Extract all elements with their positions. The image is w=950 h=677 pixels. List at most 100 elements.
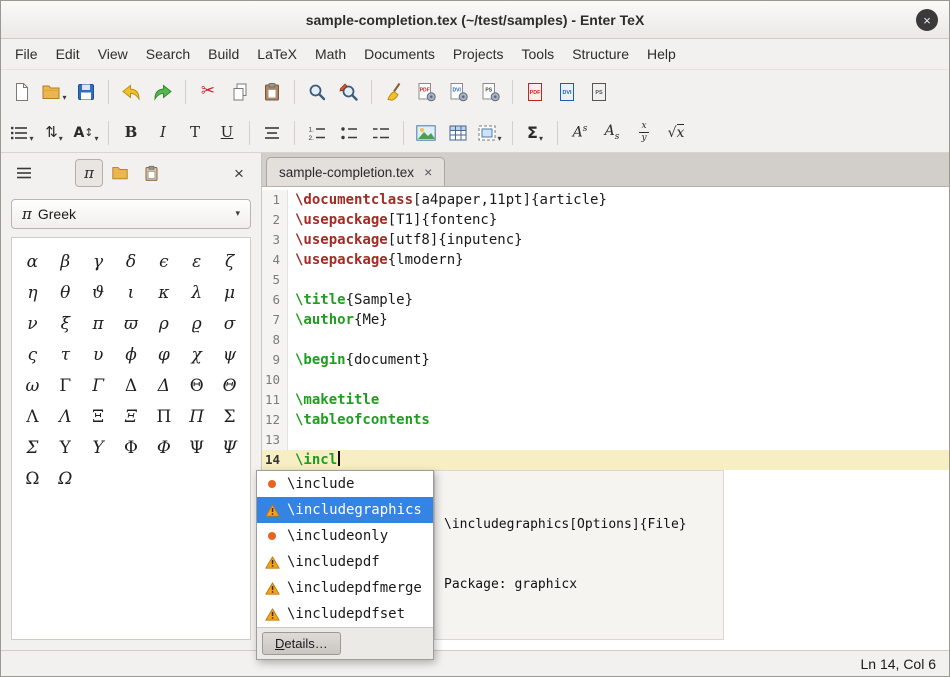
code-line[interactable]: 13 [262,430,949,450]
symbol-cell[interactable]: Γ [59,376,71,396]
panel-menu-button[interactable] [11,160,37,186]
code-line[interactable]: 8 [262,330,949,350]
symbol-cell[interactable]: Υ [93,438,104,458]
details-button[interactable]: Details… [262,632,341,655]
paste-button[interactable] [256,76,288,108]
symbol-cell[interactable]: Θ [190,376,204,396]
symbol-cell[interactable]: Υ [60,438,71,458]
menu-projects[interactable]: Projects [444,42,513,66]
view-ps-button[interactable]: PS [583,76,615,108]
new-document-button[interactable] [6,76,38,108]
math-superscript-button[interactable]: As [564,117,596,149]
symbol-cell[interactable]: δ [126,252,136,272]
menu-math[interactable]: Math [306,42,355,66]
view-pdf-button[interactable]: PDF [519,76,551,108]
math-symbols-button[interactable]: Σ▾ [519,117,551,149]
menu-documents[interactable]: Documents [355,42,444,66]
symbol-cell[interactable]: λ [191,283,202,303]
align-center-button[interactable] [256,117,288,149]
symbol-cell[interactable]: Λ [26,407,38,427]
code-line[interactable]: 7\author{Me} [262,310,949,330]
window-close-button[interactable]: × [916,9,938,31]
symbol-cell[interactable]: β [60,252,70,272]
code-line[interactable]: 5 [262,270,949,290]
undo-button[interactable] [115,76,147,108]
completion-item[interactable]: \includepdfmerge [257,575,433,601]
symbol-cell[interactable]: π [93,314,104,334]
symbol-cell[interactable]: Φ [124,438,138,458]
code-line[interactable]: 4\usepackage{lmodern} [262,250,949,270]
symbol-cell[interactable]: Φ [157,438,171,458]
completion-item[interactable]: \include [257,471,433,497]
symbol-cell[interactable]: θ [60,283,70,303]
clean-project-button[interactable] [378,76,410,108]
symbol-cell[interactable]: Π [189,407,204,427]
symbol-cell[interactable]: η [27,283,37,303]
menu-tools[interactable]: Tools [513,42,564,66]
symbol-cell[interactable]: υ [93,345,103,365]
menu-help[interactable]: Help [638,42,685,66]
symbol-cell[interactable]: χ [192,345,202,365]
code-line[interactable]: 3\usepackage[utf8]{inputenc} [262,230,949,250]
completion-item[interactable]: \includegraphics [257,497,433,523]
text-bold-button[interactable]: B [115,117,147,149]
symbol-cell[interactable]: κ [158,283,169,303]
symbol-cell[interactable]: ϕ [125,345,137,365]
symbol-cell[interactable]: ν [27,314,37,334]
symbol-cell[interactable]: α [27,252,38,272]
symbol-cell[interactable]: ϱ [192,314,202,334]
symbol-cell[interactable]: Ω [25,469,39,489]
symbol-cell[interactable]: Ξ [92,407,104,427]
code-line[interactable]: 11\maketitle [262,390,949,410]
symbol-cell[interactable]: Π [156,407,171,427]
code-line[interactable]: 6\title{Sample} [262,290,949,310]
symbol-cell[interactable]: γ [93,252,103,272]
text-italic-button[interactable]: I [147,117,179,149]
menu-structure[interactable]: Structure [563,42,638,66]
symbol-cell[interactable]: ψ [223,345,236,365]
code-line[interactable]: 14\incl [262,450,949,470]
code-line[interactable]: 12\tableofcontents [262,410,949,430]
menu-file[interactable]: File [6,42,47,66]
code-line[interactable]: 10 [262,370,949,390]
menu-latex[interactable]: LaTeX [248,42,306,66]
symbol-cell[interactable]: ε [192,252,201,272]
symbol-cell[interactable]: ξ [61,314,70,334]
find-button[interactable] [301,76,333,108]
math-fraction-button[interactable]: xy [628,117,660,149]
insert-float-button[interactable]: ▾ [474,117,506,149]
cut-button[interactable]: ✂ [192,76,224,108]
font-family-size-button[interactable]: A↕▾ [70,117,102,149]
code-area[interactable]: 1\documentclass[a4paper,11pt]{article}2\… [262,187,949,650]
text-typewriter-button[interactable]: T [179,117,211,149]
tab-close-icon[interactable]: × [424,164,432,180]
symbol-cell[interactable]: ϑ [92,283,104,303]
menu-search[interactable]: Search [137,42,199,66]
symbol-cell[interactable]: Σ [224,407,236,427]
compile-ps-button[interactable]: PS [474,76,506,108]
symbol-cell[interactable]: Ξ [125,407,137,427]
symbol-cell[interactable]: ι [128,283,135,303]
symbol-cell[interactable]: Ω [58,469,72,489]
compile-latex-dvi-button[interactable]: DVI [442,76,474,108]
copy-button[interactable] [224,76,256,108]
symbol-category-select[interactable]: π Greek ▾ [11,199,251,229]
math-sqrt-button[interactable]: √x [660,117,692,149]
insert-table-button[interactable] [442,117,474,149]
symbol-cell[interactable]: Γ [92,376,104,396]
symbol-cell[interactable]: ρ [159,314,169,334]
code-line[interactable]: 2\usepackage[T1]{fontenc} [262,210,949,230]
math-subscript-button[interactable]: As [596,117,628,149]
symbol-cell[interactable]: Λ [59,407,71,427]
symbol-cell[interactable]: τ [61,345,70,365]
menu-build[interactable]: Build [199,42,248,66]
sidebar-tab-files[interactable] [106,159,134,187]
list-enumerate-button[interactable]: 1.2. [301,117,333,149]
completion-item[interactable]: \includepdfset [257,601,433,627]
list-description-button[interactable] [365,117,397,149]
sidebar-close-button[interactable]: × [227,161,251,185]
symbol-cell[interactable]: Δ [125,376,137,396]
find-replace-button[interactable] [333,76,365,108]
section-structure-button[interactable]: ▾ [6,117,38,149]
symbol-cell[interactable]: ζ [225,252,234,272]
